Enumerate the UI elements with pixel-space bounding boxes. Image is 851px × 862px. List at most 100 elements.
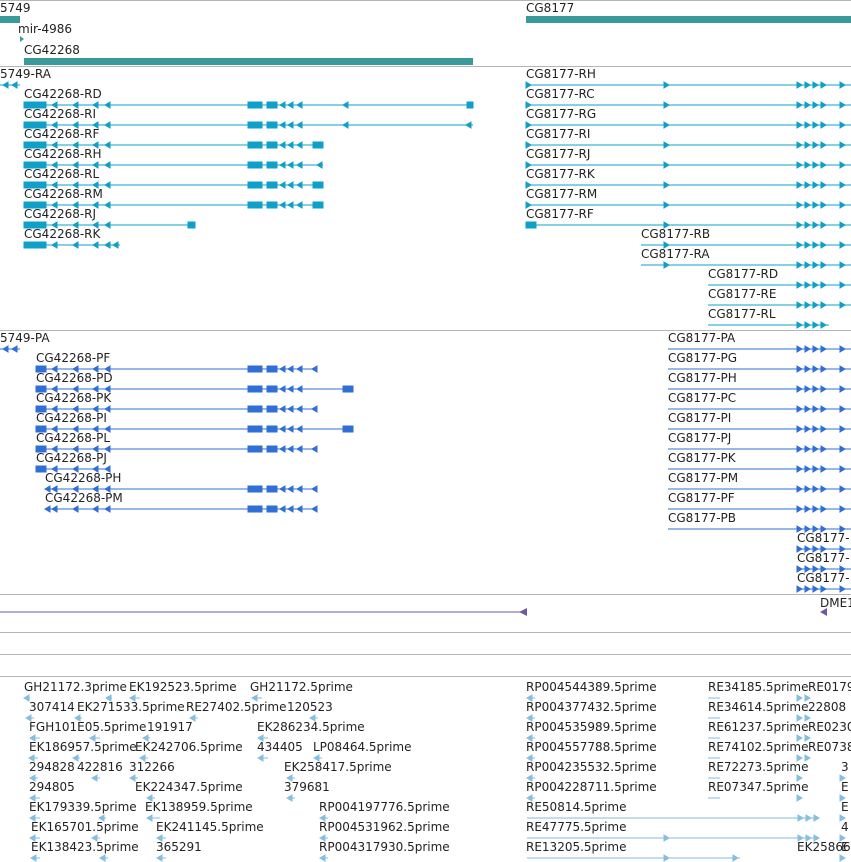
transcript-label: CG42268-RI [24,107,97,121]
est-label: 294828 [29,760,75,774]
est-label: RP004544389.5prime [526,680,657,694]
est-label: RE72273.5prime [708,760,809,774]
transcript-CG8177-RL[interactable] [708,321,829,329]
est-label: GH21172.3prime [24,680,127,694]
transcript-5749-RA[interactable] [0,81,20,89]
transcript-label: CG8177-RI [526,127,591,141]
est-label: EK138959.5prime [145,800,253,814]
transcript-CG42268-RK[interactable] [23,241,120,249]
est-label: RE47775.5prime [526,820,627,834]
protein-label: CG8177-PG [668,351,738,365]
transcript-label: CG42268-RF [24,127,100,141]
protein-label: CG42268-PL [36,431,111,445]
protein-CG42268-PM[interactable] [44,505,318,513]
protein-label: CG8177- [797,571,850,585]
gene-bar-CG42268[interactable] [24,58,473,65]
est-label: RE27402.5prime [186,700,287,714]
transcript-label: CG8177-RM [526,187,598,201]
gene-track [0,16,851,65]
protein-label: CG42268-PI [36,411,107,425]
est-label: 307414 [29,700,75,714]
gene-label: CG8177 [526,1,575,15]
protein-label: CG8177-PM [668,471,739,485]
est-label: RP004557788.5prime [526,740,657,754]
protein-label: CG8177-PC [668,391,737,405]
est-label: RP004531962.5prime [319,820,450,834]
transcript-label: CG8177-RE [708,287,777,301]
protein-CG8177-c[interactable] [796,585,851,593]
protein-label: CG42268-PH [45,471,122,485]
est-label: EK286234.5prime [257,720,365,734]
protein-label: CG42268-PJ [36,451,107,465]
transcript-label: CG42268-RD [24,87,102,101]
protein-label: CG8177- [797,531,850,545]
transcript-label: CG8177-RH [526,67,596,81]
est-label: RP004197776.5prime [319,800,450,814]
protein-label: CG42268-PK [36,391,112,405]
est-label: 4 [841,820,849,834]
protein-label: CG42268-PM [45,491,123,505]
est-label: EK192523.5prime [129,680,237,694]
transcript-label: 5749-RA [0,67,51,81]
misc-track [0,608,827,616]
protein-label: CG8177-PJ [668,431,732,445]
est-label: FGH101E05.5prime [29,720,147,734]
est-label: 434405 [257,740,303,754]
est-label: 3 [841,760,849,774]
est-label: RE34185.5prime [708,680,809,694]
est-label: EK271533.5prime [77,700,185,714]
gene-bar-CG8177[interactable] [526,16,851,23]
transcript-label: CG42268-RL [24,167,100,181]
est-label: 312266 [129,760,175,774]
est-label: EK242706.5prime [135,740,243,754]
est-label: LP08464.5prime [313,740,412,754]
gene-label: 5749 [0,1,31,15]
est-label: RP004377432.5prime [526,700,657,714]
protein-5749-PA[interactable] [0,345,20,353]
est-label: 22808 [808,700,847,714]
est-label: 422816 [77,760,123,774]
protein-label: CG8177-PA [668,331,736,345]
transcript-label: CG8177-RL [708,307,776,321]
est-label: EK25866 [797,840,851,854]
est-label: 365291 [156,840,202,854]
est-label: RE74102.5prime [708,740,809,754]
transcript-label: CG8177-RK [526,167,595,181]
transcript-label: CG8177-RB [641,227,711,241]
est-label: RE13205.5prime [526,840,627,854]
est-label: RE50814.5prime [526,800,627,814]
est-label: 120523 [287,700,333,714]
est-label: EK165701.5prime [31,820,139,834]
protein-label: CG8177-PF [668,491,735,505]
protein-label: CG8177-PI [668,411,732,425]
est-label: EK179339.5prime [29,800,137,814]
est-label: RE34614.5prime [708,700,809,714]
est-label: EK224347.5prime [135,780,243,794]
protein-label: CG8177-PK [668,451,736,465]
gene-bar-5749[interactable] [0,16,20,23]
transcript-label: CG42268-RK [24,227,101,241]
est-label: E [841,800,849,814]
est-label: EK186957.5prime [29,740,137,754]
gene-bar-mir-4986[interactable] [20,36,24,42]
transcript-label: CG8177-RD [708,267,779,281]
transcript-label: CG8177-RG [526,107,597,121]
est-label: RP004228711.5prime [526,780,657,794]
protein-label: CG8177-PH [668,371,737,385]
transcript-label: CG42268-RM [24,187,103,201]
transcript-label: CG42268-RJ [24,207,97,221]
est-label: EK138423.5prime [31,840,139,854]
est-label: RE0230 [808,720,851,734]
est-label: GH21172.5prime [250,680,353,694]
protein-label: 5749-PA [0,331,50,345]
transcript-label: CG8177-RF [526,207,594,221]
est-label: RE07347.5prime [708,780,809,794]
est-label: RP004317930.5prime [319,840,450,854]
protein-label: CG8177- [797,551,850,565]
protein-label: CG42268-PD [36,371,113,385]
est-label: RP004235532.5prime [526,760,657,774]
est-label: E [841,780,849,794]
est-label: RE0738 [808,740,851,754]
transcript-label: CG8177-RC [526,87,595,101]
misc-feature-end[interactable] [519,608,527,616]
